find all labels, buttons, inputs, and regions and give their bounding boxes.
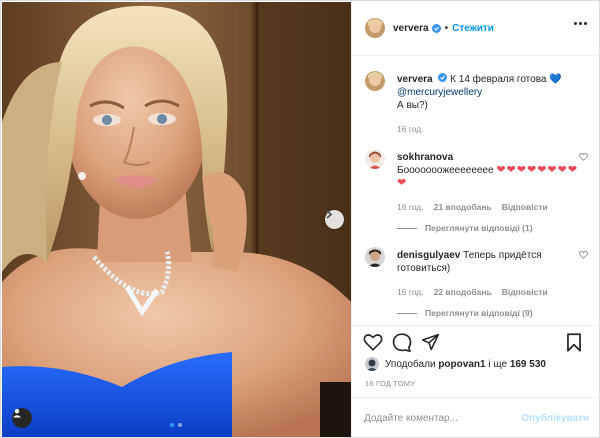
comment-likes[interactable]: 21 вподобань bbox=[434, 201, 492, 214]
more-options-button[interactable] bbox=[574, 22, 587, 25]
like-comment-heart-icon[interactable] bbox=[579, 152, 588, 164]
caption-username[interactable]: ververa bbox=[397, 74, 433, 85]
more-dot bbox=[579, 22, 582, 25]
carousel-indicator bbox=[170, 423, 182, 427]
follow-button[interactable]: Стежити bbox=[452, 23, 494, 34]
post-photo[interactable] bbox=[2, 2, 351, 437]
caption-text-2: А вы?) bbox=[397, 100, 428, 111]
post-timestamp[interactable]: 16 ГОД ТОМУ bbox=[365, 379, 415, 388]
likes-count[interactable]: 169 530 bbox=[510, 359, 546, 370]
portrait-photo bbox=[2, 2, 351, 437]
comment-meta: 16 год. 21 вподобань Відповісти bbox=[397, 201, 588, 214]
instagram-post: ververa • Стежити ververa К 14 февраля г… bbox=[0, 0, 600, 438]
comment-time: 16 год. bbox=[397, 202, 424, 212]
action-bar bbox=[352, 325, 600, 359]
avatar-image bbox=[365, 149, 385, 169]
blue-heart-emoji: 💙 bbox=[549, 74, 562, 85]
like-heart-icon[interactable] bbox=[363, 333, 383, 354]
author-username[interactable]: ververa bbox=[393, 23, 429, 34]
next-slide-button[interactable] bbox=[325, 210, 344, 229]
verified-badge-icon bbox=[438, 73, 448, 82]
likes-middle: і ще bbox=[488, 358, 508, 370]
comment-time: 16 год. bbox=[397, 287, 424, 297]
mention-link[interactable]: @mercuryjewellery bbox=[397, 87, 482, 98]
chevron-right-icon bbox=[326, 210, 333, 219]
reply-button[interactable]: Відповісти bbox=[502, 286, 548, 299]
replies-line bbox=[397, 227, 417, 229]
carousel-dot bbox=[178, 423, 182, 427]
user-icon bbox=[13, 409, 21, 418]
caption-body: ververa К 14 февраля готова 💙 @mercuryje… bbox=[397, 71, 588, 136]
view-replies-label: Переглянути відповіді (9) bbox=[425, 308, 533, 318]
replies-line bbox=[397, 312, 417, 314]
caption: ververa К 14 февраля готова 💙 @mercuryje… bbox=[365, 71, 588, 136]
separator: • bbox=[444, 22, 449, 34]
bookmark-icon[interactable] bbox=[566, 333, 582, 355]
comment-username[interactable]: sokhranova bbox=[397, 152, 453, 163]
caption-time: 16 год. bbox=[397, 124, 424, 134]
reply-button[interactable]: Відповісти bbox=[502, 201, 548, 214]
liker-username[interactable]: popovan1 bbox=[438, 359, 485, 370]
likes-prefix: Уподобали bbox=[385, 358, 436, 370]
verified-badge-icon bbox=[431, 23, 441, 33]
more-dot bbox=[584, 22, 587, 25]
tagged-users-button[interactable] bbox=[12, 408, 32, 428]
comment-likes[interactable]: 22 вподобань bbox=[434, 286, 492, 299]
publish-button[interactable]: Опублікувати bbox=[521, 413, 589, 424]
comment-bubble-icon[interactable] bbox=[392, 333, 412, 355]
post-header: ververa • Стежити bbox=[352, 1, 600, 56]
caption-avatar[interactable] bbox=[365, 71, 385, 91]
author-avatar[interactable] bbox=[365, 18, 385, 38]
comment-meta: 16 год. 22 вподобань Відповісти bbox=[397, 286, 588, 299]
likes-summary: Уподобали popovan1 і ще 169 530 bbox=[365, 357, 546, 371]
comment-text: Бооооооожееееееее bbox=[397, 165, 494, 176]
comment: denisgulyaev Теперь придётся готовиться)… bbox=[365, 247, 588, 299]
comment-avatar[interactable] bbox=[365, 247, 385, 267]
add-comment-bar: Опублікувати bbox=[352, 397, 600, 438]
comment-body: denisgulyaev Теперь придётся готовиться)… bbox=[397, 247, 588, 299]
avatar-image bbox=[365, 18, 385, 38]
caption-meta: 16 год. bbox=[397, 123, 588, 136]
comments-list: ververa К 14 февраля готова 💙 @mercuryje… bbox=[352, 57, 600, 325]
carousel-dot-active bbox=[170, 423, 174, 427]
avatar-image bbox=[365, 247, 385, 267]
like-comment-heart-icon[interactable] bbox=[579, 250, 588, 262]
post-sidebar: ververa • Стежити ververa К 14 февраля г… bbox=[351, 1, 600, 438]
comment-body: sokhranova Бооооооожееееееее ❤❤❤❤❤❤❤❤❤ 1… bbox=[397, 149, 588, 214]
caption-text-1: К 14 февраля готова bbox=[450, 74, 547, 85]
comment-avatar[interactable] bbox=[365, 149, 385, 169]
view-replies-button[interactable]: Переглянути відповіді (9) bbox=[397, 308, 588, 318]
view-replies-button[interactable]: Переглянути відповіді (1) bbox=[397, 223, 588, 233]
comment: sokhranova Бооооооожееееееее ❤❤❤❤❤❤❤❤❤ 1… bbox=[365, 149, 588, 214]
liker-avatar[interactable] bbox=[365, 357, 379, 371]
comment-username[interactable]: denisgulyaev bbox=[397, 250, 460, 261]
avatar-image bbox=[365, 357, 379, 371]
comment-input[interactable] bbox=[364, 412, 522, 424]
view-replies-label: Переглянути відповіді (1) bbox=[425, 223, 533, 233]
avatar-image bbox=[365, 71, 385, 91]
share-plane-icon[interactable] bbox=[421, 333, 440, 354]
more-dot bbox=[574, 22, 577, 25]
